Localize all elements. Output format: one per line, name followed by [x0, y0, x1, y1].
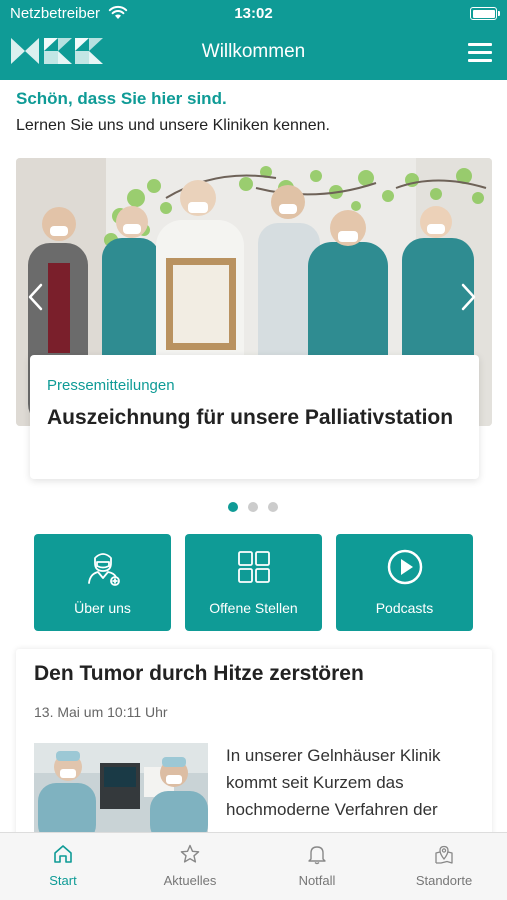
tab-notfall[interactable]: Notfall — [254, 833, 380, 900]
status-bar: Netzbetreiber 13:02 — [0, 0, 507, 28]
article-photo — [34, 743, 208, 843]
carousel-prev-button[interactable] — [26, 282, 46, 312]
welcome-greeting: Schön, dass Sie hier sind. — [16, 89, 227, 108]
hamburger-line — [468, 51, 492, 54]
hamburger-line — [468, 59, 492, 62]
grid-icon — [237, 551, 270, 583]
tab-standorte[interactable]: Standorte — [381, 833, 507, 900]
news-title: Auszeichnung für unsere Palliativstation — [47, 406, 454, 429]
play-icon — [387, 549, 422, 585]
article-date: 13. Mai um 10:11 Uhr — [34, 704, 168, 720]
podcasts-label: Podcasts — [375, 600, 434, 616]
news-category: Pressemitteilungen — [47, 377, 175, 394]
open-positions-label: Offene Stellen — [209, 600, 298, 616]
star-icon — [180, 844, 200, 863]
pagination-dot[interactable] — [248, 502, 258, 512]
open-positions-tile[interactable]: Offene Stellen — [185, 534, 322, 631]
welcome-intro: Lernen Sie uns und unsere Kliniken kenne… — [16, 117, 330, 134]
carousel-next-button[interactable] — [458, 282, 478, 312]
status-time: 13:02 — [234, 5, 273, 22]
article-card[interactable]: Den Tumor durch Hitze zerstören 13. Mai … — [16, 649, 492, 849]
about-us-tile[interactable]: Über uns — [34, 534, 171, 631]
article-title: Den Tumor durch Hitze zerstören — [34, 662, 364, 685]
bell-icon — [308, 846, 326, 865]
hamburger-icon — [468, 43, 492, 46]
podcasts-tile[interactable]: Podcasts — [336, 534, 473, 631]
about-us-label: Über uns — [74, 600, 131, 616]
tab-standorte-label: Standorte — [415, 873, 473, 888]
bottom-tab-bar: Start Aktuelles Notfall Standorte — [0, 832, 507, 900]
app-header: Netzbetreiber 13:02 Willkommen — [0, 0, 507, 80]
tab-aktuelles-label: Aktuelles — [163, 873, 217, 888]
pagination-dot-active[interactable] — [228, 502, 238, 512]
page-title: Willkommen — [201, 41, 306, 62]
home-icon — [54, 845, 72, 863]
tab-start[interactable]: Start — [0, 833, 126, 900]
article-excerpt: In unserer Gelnhäuser Klinik kommt seit … — [226, 746, 441, 819]
tab-aktuelles[interactable]: Aktuelles — [127, 833, 253, 900]
carousel-news-card[interactable]: Pressemitteilungen Auszeichnung für unse… — [30, 355, 479, 479]
pagination-dot[interactable] — [268, 502, 278, 512]
tab-notfall-label: Notfall — [298, 873, 336, 888]
menu-button[interactable] — [466, 40, 494, 64]
doctor-icon — [87, 553, 120, 586]
map-pin-icon — [435, 845, 453, 864]
battery-icon — [470, 7, 500, 20]
tab-start-label: Start — [49, 873, 77, 888]
